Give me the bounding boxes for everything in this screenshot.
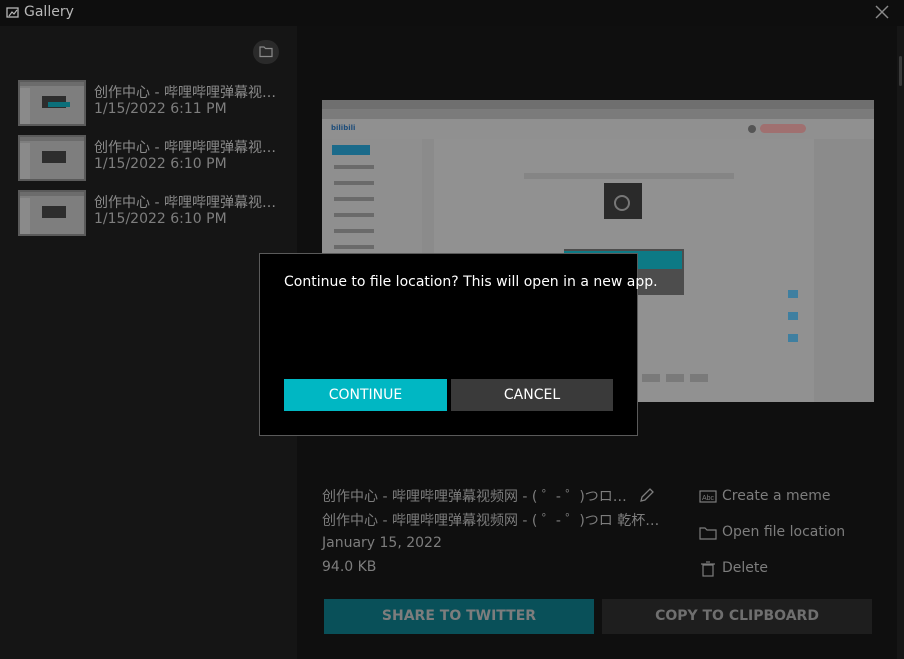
capture-name: 创作中心 - 哔哩哔哩弹幕视频网 - ( ゜- ゜)つロ 乾杯~ - bilib… bbox=[94, 195, 280, 211]
trash-icon bbox=[701, 561, 715, 577]
capture-thumbnail bbox=[18, 80, 86, 126]
open-folder-button[interactable] bbox=[253, 40, 279, 64]
meme-icon: Abc bbox=[699, 490, 717, 503]
capture-thumbnail bbox=[18, 135, 86, 181]
capture-subtitle: 创作中心 - 哔哩哔哩弹幕视频网 - ( ゜- ゜)つロ 乾杯~ - bilib… bbox=[322, 513, 667, 529]
edit-pencil-icon[interactable] bbox=[638, 486, 656, 504]
capture-title: 创作中心 - 哔哩哔哩弹幕视频网 - ( ゜- ゜)つロ 乾杯~ - bilib… bbox=[322, 489, 628, 505]
capture-name: 创作中心 - 哔哩哔哩弹幕视频网 - ( ゜- ゜)つロ 乾杯~ - bilib… bbox=[94, 85, 280, 101]
gallery-list-item[interactable]: 创作中心 - 哔哩哔哩弹幕视频网 - ( ゜- ゜)つロ 乾杯~ - bilib… bbox=[18, 135, 288, 183]
capture-file-size: 94.0 KB bbox=[322, 559, 377, 575]
gallery-list-panel: 创作中心 - 哔哩哔哩弹幕视频网 - ( ゜- ゜)つロ 乾杯~ - bilib… bbox=[0, 26, 297, 659]
folder-icon bbox=[259, 46, 273, 58]
open-location-dialog: Continue to file location? This will ope… bbox=[259, 253, 658, 436]
cancel-button[interactable]: CANCEL bbox=[451, 379, 613, 411]
folder-icon bbox=[699, 527, 717, 540]
share-to-twitter-button[interactable]: SHARE TO TWITTER bbox=[324, 599, 594, 634]
capture-date: 1/15/2022 6:10 PM bbox=[94, 211, 227, 227]
preview-logo: bilibili bbox=[331, 124, 356, 132]
create-meme-label: Create a meme bbox=[722, 488, 831, 504]
capture-name: 创作中心 - 哔哩哔哩弹幕视频网 - ( ゜- ゜)つロ 乾杯~ - bilib… bbox=[94, 140, 280, 156]
title-bar: Gallery bbox=[0, 0, 904, 26]
scrollbar[interactable] bbox=[897, 26, 904, 659]
capture-date-full: January 15, 2022 bbox=[322, 535, 442, 551]
capture-date: 1/15/2022 6:10 PM bbox=[94, 156, 227, 172]
gallery-icon bbox=[6, 7, 19, 18]
delete-label: Delete bbox=[722, 560, 768, 576]
close-icon[interactable] bbox=[874, 4, 890, 20]
gallery-list-item[interactable]: 创作中心 - 哔哩哔哩弹幕视频网 - ( ゜- ゜)つロ 乾杯~ - bilib… bbox=[18, 80, 288, 128]
gallery-list-item[interactable]: 创作中心 - 哔哩哔哩弹幕视频网 - ( ゜- ゜)つロ 乾杯~ - bilib… bbox=[18, 190, 288, 238]
open-file-location-label: Open file location bbox=[722, 524, 846, 540]
capture-thumbnail bbox=[18, 190, 86, 236]
svg-text:Abc: Abc bbox=[702, 495, 715, 502]
dialog-message: Continue to file location? This will ope… bbox=[284, 274, 658, 290]
capture-date: 1/15/2022 6:11 PM bbox=[94, 101, 227, 117]
continue-button[interactable]: CONTINUE bbox=[284, 379, 447, 411]
window-title: Gallery bbox=[24, 4, 74, 20]
copy-to-clipboard-button[interactable]: COPY TO CLIPBOARD bbox=[602, 599, 872, 634]
